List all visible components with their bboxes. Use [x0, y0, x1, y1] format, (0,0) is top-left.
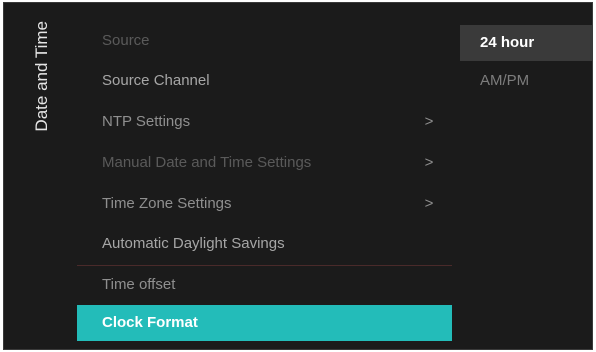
menu-item-source[interactable]: Source	[77, 23, 452, 59]
menu-item-label: NTP Settings	[102, 113, 191, 130]
chevron-right-icon: >	[424, 113, 434, 130]
chevron-right-icon: >	[424, 195, 434, 212]
clock-format-options: 24 hour AM/PM	[460, 21, 592, 141]
panel-title: Date and Time	[32, 21, 51, 132]
chevron-right-icon: >	[424, 154, 434, 171]
menu-item-label: Source Channel	[102, 72, 210, 89]
menu-item-time-offset[interactable]: Time offset	[77, 267, 452, 303]
option-24-hour[interactable]: 24 hour	[460, 25, 592, 61]
option-label: AM/PM	[480, 72, 530, 89]
menu-item-time-zone-settings[interactable]: Time Zone Settings >	[77, 186, 452, 222]
tv-screen: Date and Time Source Source Channel NTP …	[3, 2, 593, 350]
menu-item-automatic-daylight-savings[interactable]: Automatic Daylight Savings	[77, 226, 452, 262]
menu-item-label: Manual Date and Time Settings	[102, 154, 312, 171]
menu-divider	[77, 265, 452, 266]
option-am-pm[interactable]: AM/PM	[460, 63, 592, 99]
menu-item-ntp-settings[interactable]: NTP Settings >	[77, 104, 452, 140]
panel-title-container: Date and Time	[24, 13, 60, 193]
menu-item-label: Clock Format	[102, 314, 198, 331]
menu-item-label: Source	[102, 32, 150, 49]
settings-menu: Source Source Channel NTP Settings > Man…	[77, 21, 452, 341]
menu-item-label: Automatic Daylight Savings	[102, 235, 285, 252]
menu-item-manual-date-time[interactable]: Manual Date and Time Settings >	[77, 145, 452, 181]
menu-item-clock-format[interactable]: Clock Format	[77, 305, 452, 341]
menu-item-source-channel[interactable]: Source Channel	[77, 63, 452, 99]
menu-item-label: Time offset	[102, 276, 176, 293]
option-label: 24 hour	[480, 34, 535, 51]
menu-item-label: Time Zone Settings	[102, 195, 232, 212]
